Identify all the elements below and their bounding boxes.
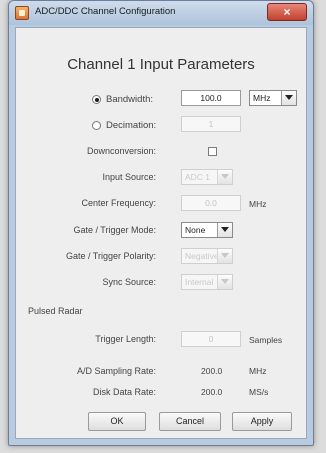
sync-source-value: Internal xyxy=(185,277,214,287)
page-title: Channel 1 Input Parameters xyxy=(67,56,255,73)
app-icon xyxy=(15,6,29,20)
chevron-down-icon xyxy=(217,249,232,263)
ad-sampling-rate-value: 200.0 xyxy=(201,366,223,376)
close-button[interactable]: × xyxy=(267,3,307,21)
sync-source-label: Sync Source: xyxy=(102,277,156,287)
input-source-select[interactable]: ADC 1 xyxy=(181,169,233,185)
window-title: ADC/DDC Channel Configuration xyxy=(35,6,176,17)
sync-source-select[interactable]: Internal xyxy=(181,274,233,290)
input-source-label: Input Source: xyxy=(102,172,156,182)
chevron-down-icon xyxy=(217,223,232,237)
center-frequency-unit: MHz xyxy=(249,199,267,209)
decimation-radio[interactable] xyxy=(92,121,101,130)
gate-trigger-mode-value: None xyxy=(185,225,206,235)
bandwidth-unit-value: MHz xyxy=(253,93,271,103)
pulsed-radar-heading: Pulsed Radar xyxy=(28,306,83,316)
cancel-button[interactable]: Cancel xyxy=(159,412,221,431)
downconversion-checkbox[interactable] xyxy=(208,147,217,156)
ok-button[interactable]: OK xyxy=(88,412,146,431)
disk-data-rate-unit: MS/s xyxy=(249,387,269,397)
gate-trigger-polarity-label: Gate / Trigger Polarity: xyxy=(65,251,156,261)
bandwidth-input[interactable]: 100.0 xyxy=(181,90,241,106)
decimation-label: Decimation: xyxy=(106,120,157,131)
trigger-length-label: Trigger Length: xyxy=(95,334,156,344)
disk-data-rate-label: Disk Data Rate: xyxy=(92,387,156,397)
bandwidth-label: Bandwidth: xyxy=(106,94,154,105)
gate-trigger-mode-select[interactable]: None xyxy=(181,222,233,238)
title-bar[interactable]: ADC/DDC Channel Configuration × xyxy=(9,1,313,25)
bandwidth-radio[interactable] xyxy=(92,95,101,104)
input-source-value: ADC 1 xyxy=(185,172,211,182)
center-frequency-label: Center Frequency: xyxy=(81,198,156,208)
disk-data-rate-value: 200.0 xyxy=(201,387,223,397)
gate-trigger-mode-label: Gate / Trigger Mode: xyxy=(73,225,156,235)
ad-sampling-rate-label: A/D Sampling Rate: xyxy=(76,366,156,376)
downconversion-label: Downconversion: xyxy=(86,146,156,156)
config-dialog: ADC/DDC Channel Configuration × Channel … xyxy=(8,0,314,446)
dialog-content: Channel 1 Input Parameters Bandwidth: 10… xyxy=(15,27,307,439)
gate-trigger-polarity-select[interactable]: Negative xyxy=(181,248,233,264)
chevron-down-icon xyxy=(217,275,232,289)
trigger-length-input[interactable]: 0 xyxy=(181,331,241,347)
apply-button[interactable]: Apply xyxy=(232,412,292,431)
ad-sampling-rate-unit: MHz xyxy=(249,366,267,376)
center-frequency-input[interactable]: 0.0 xyxy=(181,195,241,211)
bandwidth-unit-select[interactable]: MHz xyxy=(249,90,297,106)
decimation-input[interactable]: 1 xyxy=(181,116,241,132)
gate-trigger-polarity-value: Negative xyxy=(185,251,219,261)
chevron-down-icon xyxy=(281,91,296,105)
chevron-down-icon xyxy=(217,170,232,184)
trigger-length-unit: Samples xyxy=(249,335,283,345)
